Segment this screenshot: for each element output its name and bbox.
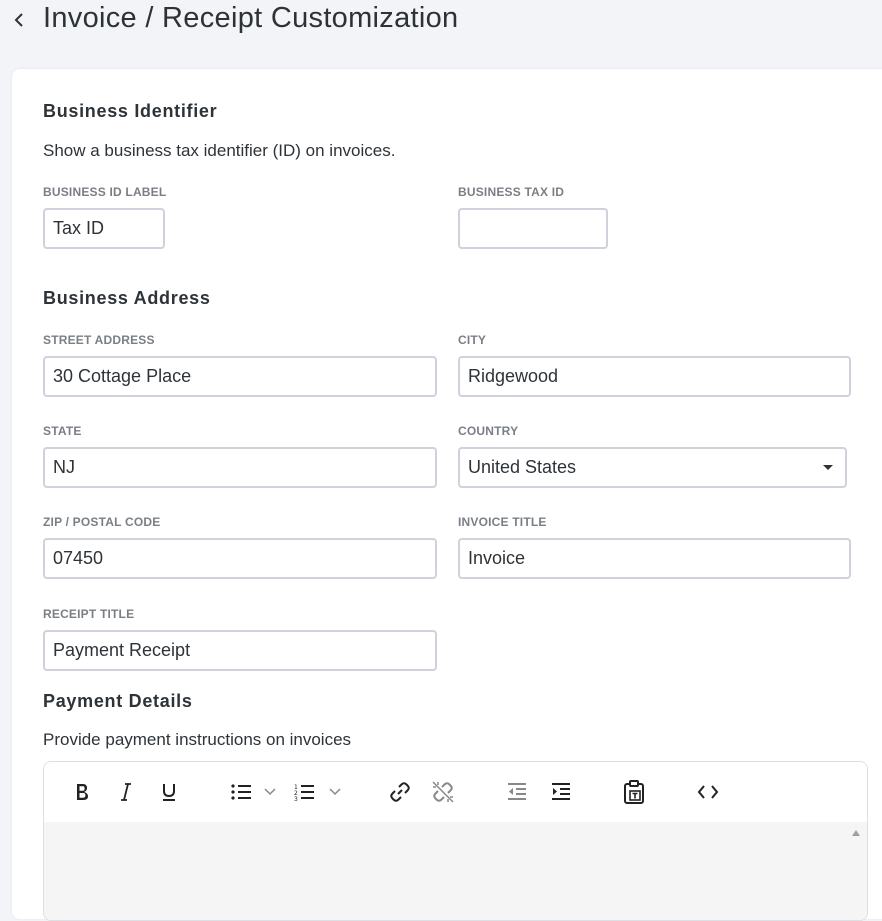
- bullet-list-icon: [231, 784, 276, 800]
- country-label: COUNTRY: [458, 424, 519, 438]
- business-address-heading: Business Address: [43, 288, 211, 308]
- business-tax-id-label: BUSINESS TAX ID: [458, 185, 565, 199]
- editor-toolbar: 1 2 3: [44, 762, 867, 822]
- indent-icon: [552, 783, 570, 800]
- city-label: CITY: [458, 333, 487, 347]
- payment-details-heading: Payment Details: [43, 691, 193, 711]
- invoice-title-value: Invoice: [468, 548, 526, 568]
- business-id-label-value: Tax ID: [53, 218, 105, 238]
- paste-text-icon: [624, 780, 644, 804]
- business-identifier-description: Show a business tax identifier (ID) on i…: [43, 141, 396, 160]
- city-input[interactable]: Ridgewood: [458, 356, 851, 397]
- invoice-title-label: INVOICE TITLE: [458, 515, 547, 529]
- editor-content-area[interactable]: [44, 822, 867, 920]
- paste-text-button[interactable]: [621, 779, 647, 805]
- business-tax-id-input[interactable]: [458, 208, 608, 249]
- dropdown-arrow-icon: [823, 465, 833, 470]
- state-label: STATE: [43, 424, 82, 438]
- underline-button[interactable]: [157, 779, 181, 805]
- page-title: Invoice / Receipt Customization: [43, 2, 459, 34]
- state-value: NJ: [53, 457, 75, 477]
- receipt-title-value: Payment Receipt: [53, 640, 191, 660]
- state-input[interactable]: NJ: [43, 447, 437, 488]
- bold-button[interactable]: [70, 779, 94, 805]
- numbered-list-icon: 1 2 3: [294, 784, 341, 802]
- source-code-icon: [697, 785, 719, 799]
- scroll-up-arrow-icon[interactable]: [852, 830, 860, 836]
- page-header: Invoice / Receipt Customization: [0, 0, 882, 50]
- bold-icon: [77, 784, 88, 800]
- street-address-input[interactable]: 30 Cottage Place: [43, 356, 437, 397]
- street-address-label: STREET ADDRESS: [43, 333, 155, 347]
- zip-value: 07450: [53, 548, 104, 568]
- unlink-icon: [432, 781, 454, 803]
- outdent-button[interactable]: [504, 779, 530, 805]
- bullet-list-button[interactable]: [229, 779, 283, 805]
- editor-scrollbar[interactable]: [845, 822, 867, 920]
- svg-text:3: 3: [294, 796, 298, 802]
- payment-details-description: Provide payment instructions on invoices: [43, 730, 352, 749]
- link-button[interactable]: [386, 779, 414, 805]
- underline-icon: [163, 784, 175, 801]
- payment-details-editor: 1 2 3: [43, 761, 868, 921]
- business-id-label-input[interactable]: Tax ID: [43, 208, 165, 249]
- country-value: United States: [468, 457, 577, 477]
- back-button[interactable]: [6, 6, 32, 34]
- outdent-icon: [508, 783, 526, 800]
- invoice-title-input[interactable]: Invoice: [458, 538, 851, 579]
- city-value: Ridgewood: [468, 366, 559, 386]
- italic-button[interactable]: [114, 779, 138, 805]
- business-id-label-label: BUSINESS ID LABEL: [43, 185, 167, 199]
- source-code-button[interactable]: [694, 779, 722, 805]
- country-select[interactable]: United States: [458, 447, 847, 488]
- chevron-left-icon: [14, 13, 23, 27]
- street-address-value: 30 Cottage Place: [53, 366, 192, 386]
- indent-button[interactable]: [548, 779, 574, 805]
- zip-input[interactable]: 07450: [43, 538, 437, 579]
- numbered-list-button[interactable]: 1 2 3: [294, 779, 348, 805]
- unlink-button[interactable]: [429, 779, 457, 805]
- zip-label: ZIP / POSTAL CODE: [43, 515, 161, 529]
- receipt-title-label: RECEIPT TITLE: [43, 607, 135, 621]
- receipt-title-input[interactable]: Payment Receipt: [43, 630, 437, 671]
- business-identifier-heading: Business Identifier: [43, 101, 218, 121]
- link-icon: [390, 782, 410, 802]
- italic-icon: [121, 783, 131, 801]
